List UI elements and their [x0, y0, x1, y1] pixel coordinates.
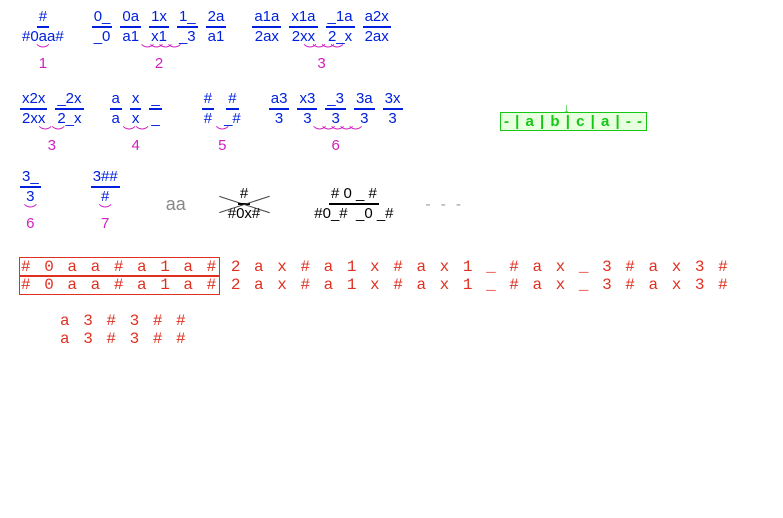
frac: a1a2ax — [252, 8, 281, 46]
group-6b: 3_3 ︶ 6 — [16, 168, 45, 232]
group-label: 3 — [317, 55, 325, 72]
row-2: x2x2xx _2x2_x ︶︶ 3 aa xx __ ︶︶ 4 ## #_# … — [10, 90, 773, 162]
frac: ##0x# — [226, 185, 263, 223]
frac: _33 — [325, 90, 346, 128]
group-label: 4 — [131, 137, 139, 154]
tape-note: - | a | b | c | a | - - — [500, 112, 647, 131]
group-3: a1a2ax x1a2xx _1a2_x a2x2ax ︶︶︶︶ 3 — [248, 8, 394, 72]
frac: x33 — [297, 90, 317, 128]
group-1: ##0aa# ︶ 1 — [16, 8, 70, 72]
frac: 2aa1 — [206, 8, 227, 46]
frac: x2x2xx — [20, 90, 47, 128]
frac: aa — [110, 90, 122, 128]
group-5: ## #_# ︶ 5 — [198, 90, 247, 154]
big-frac: # 0 _ ##0_# _0 _# — [312, 185, 395, 223]
trace-line: a 3 # 3 # # — [60, 312, 773, 330]
group-7: 3### ︶ 7 — [87, 168, 124, 232]
frac: xx — [130, 90, 142, 128]
frac: a33 — [269, 90, 290, 128]
frac: 3a3 — [354, 90, 375, 128]
row-3: 3_3 ︶ 6 3### ︶ 7 aa ##0x# # 0 _ ##0_# _0… — [10, 168, 773, 240]
group-label: 1 — [39, 55, 47, 72]
group-2: 0__0 0aa1 1xx1 1__3 2aa1 ︶︶︶︶ 2 — [88, 8, 231, 72]
group-label: 7 — [101, 215, 109, 232]
frac: 0__0 — [92, 8, 113, 46]
group-3b: x2x2xx _2x2_x ︶︶ 3 — [16, 90, 88, 154]
crossed-frac: ##0x# — [222, 185, 267, 223]
group-4: aa xx __ ︶︶ 4 — [106, 90, 166, 154]
frac: a2x2ax — [363, 8, 391, 46]
aa-text: aa — [166, 194, 186, 215]
frac: 3### — [91, 168, 120, 206]
group-6: a33 x33 _33 3a3 3x3 ︶︶︶︶︶ 6 — [265, 90, 407, 154]
frac: __ — [149, 90, 161, 128]
frac: x1a2xx — [289, 8, 317, 46]
frac: 1__3 — [177, 8, 198, 46]
frac: 3_3 — [20, 168, 41, 206]
frac: ## — [202, 90, 214, 128]
group-label: 6 — [26, 215, 34, 232]
dashes: - - - — [426, 196, 464, 213]
frac: _2x2_x — [55, 90, 83, 128]
group-label: 2 — [155, 55, 163, 72]
frac: ##0aa# — [20, 8, 66, 46]
frac: 0aa1 — [120, 8, 141, 46]
trace-line: # 0 a a # a 1 a # 2 a x # a 1 x # a x 1 … — [20, 276, 773, 294]
group-label: 3 — [48, 137, 56, 154]
row-1: ##0aa# ︶ 1 0__0 0aa1 1xx1 1__3 2aa1 ︶︶︶︶… — [10, 8, 773, 80]
frac: 1xx1 — [149, 8, 169, 46]
trace-line: # 0 a a # a 1 a # 2 a x # a 1 x # a x 1 … — [20, 258, 773, 276]
trace-line: a 3 # 3 # # — [60, 330, 773, 348]
frac: 3x3 — [383, 90, 403, 128]
group-label: 6 — [331, 137, 339, 154]
trace-block: # 0 a a # a 1 a # 2 a x # a 1 x # a x 1 … — [20, 258, 773, 348]
frac: _1a2_x — [326, 8, 355, 46]
frac: #_# — [222, 90, 243, 128]
group-label: 5 — [218, 137, 226, 154]
